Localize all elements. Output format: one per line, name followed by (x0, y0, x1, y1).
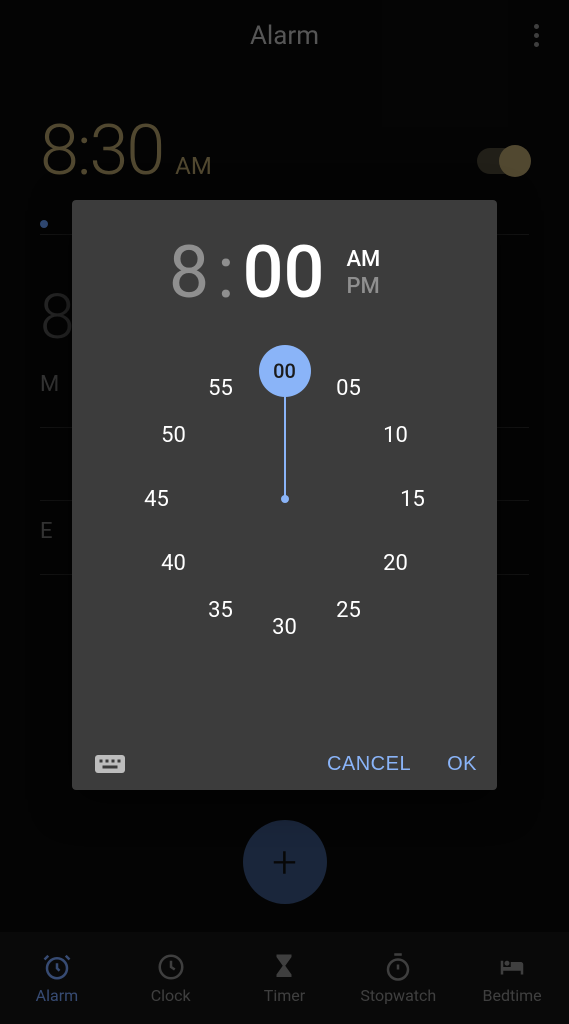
minute-tick-25[interactable]: 25 (329, 590, 369, 630)
dialog-actions: CANCEL OK (327, 753, 477, 776)
ok-button[interactable]: OK (447, 753, 477, 776)
clock-app-screen: Alarm 8:30 AM 8 M E + Alarm (0, 0, 569, 1024)
minute-tick-45[interactable]: 45 (137, 479, 177, 519)
minute-value[interactable]: 00 (243, 230, 325, 315)
time-display: 8 : 00 AM PM (72, 200, 497, 325)
hour-value[interactable]: 8 (169, 230, 209, 315)
minute-tick-30[interactable]: 30 (265, 607, 305, 647)
time-picker-dialog: 8 : 00 AM PM 00 00 05 10 15 20 25 30 35 … (72, 200, 497, 790)
time-colon: : (217, 230, 234, 315)
minute-tick-10[interactable]: 10 (376, 415, 416, 455)
pm-option[interactable]: PM (346, 274, 380, 299)
keyboard-icon (92, 746, 128, 782)
minute-tick-15[interactable]: 15 (393, 479, 433, 519)
keyboard-input-toggle[interactable] (92, 746, 128, 774)
am-option[interactable]: AM (346, 247, 380, 272)
minute-tick-40[interactable]: 40 (154, 543, 194, 583)
minute-tick-35[interactable]: 35 (201, 590, 241, 630)
clock-hand-pivot (281, 495, 289, 503)
cancel-button[interactable]: CANCEL (327, 753, 411, 776)
clock-face[interactable]: 00 00 05 10 15 20 25 30 35 40 45 50 55 (125, 339, 445, 659)
minute-tick-55[interactable]: 55 (201, 368, 241, 408)
minute-tick-50[interactable]: 50 (154, 415, 194, 455)
ampm-selector: AM PM (346, 247, 380, 299)
minute-tick-05[interactable]: 05 (329, 368, 369, 408)
minute-tick-20[interactable]: 20 (376, 543, 416, 583)
